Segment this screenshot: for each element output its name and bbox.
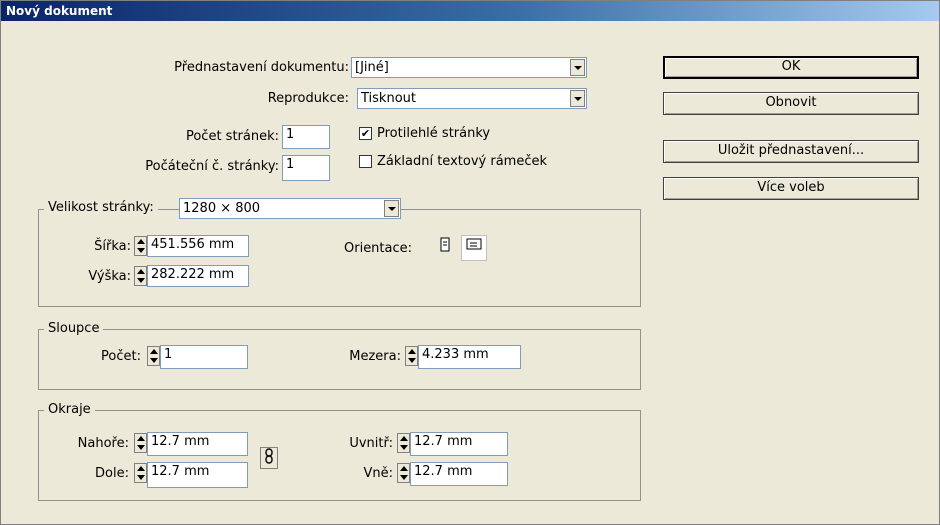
width-label: Šířka: xyxy=(94,239,131,254)
width-field[interactable]: 451.556 mm xyxy=(147,235,249,257)
page-size-value: 1280 × 800 xyxy=(183,201,261,216)
page-count-field[interactable]: 1 xyxy=(282,125,330,149)
start-page-field[interactable]: 1 xyxy=(282,155,330,181)
chevron-down-icon[interactable] xyxy=(570,59,585,76)
orientation-label: Orientace: xyxy=(344,241,413,256)
height-stepper[interactable] xyxy=(134,266,147,286)
margin-inside-label: Uvnitř: xyxy=(349,436,393,451)
margin-outside-label: Vně: xyxy=(363,466,393,481)
margin-inside-field[interactable]: 12.7 mm xyxy=(410,432,508,456)
width-stepper[interactable] xyxy=(134,236,147,256)
chain-link-icon[interactable] xyxy=(260,447,278,469)
margin-top-field[interactable]: 12.7 mm xyxy=(147,432,248,456)
window-title: Nový dokument xyxy=(1,1,939,21)
page-count-label: Počet stránek: xyxy=(185,129,279,144)
master-text-frame-checkbox[interactable] xyxy=(359,155,372,168)
margin-top-stepper[interactable] xyxy=(134,433,147,453)
intent-label: Reprodukce: xyxy=(267,91,349,106)
margins-legend: Okraje xyxy=(44,402,95,418)
facing-pages-checkbox[interactable]: ✔ xyxy=(359,127,372,140)
gutter-label: Mezera: xyxy=(349,349,401,364)
start-page-label: Počáteční č. stránky: xyxy=(145,159,279,174)
columns-legend: Sloupce xyxy=(44,321,104,337)
reset-button[interactable]: Obnovit xyxy=(663,92,919,115)
save-preset-button[interactable]: Uložit přednastavení... xyxy=(663,140,919,163)
columns-count-label: Počet: xyxy=(101,349,141,364)
chevron-down-icon[interactable] xyxy=(570,90,585,107)
page-size-label: Velikost stránky: xyxy=(44,200,158,216)
page-size-group xyxy=(38,209,641,307)
gutter-stepper[interactable] xyxy=(405,346,418,366)
intent-dropdown[interactable]: Tisknout xyxy=(357,88,587,109)
columns-count-stepper[interactable] xyxy=(147,346,160,366)
height-label: Výška: xyxy=(88,269,131,284)
height-field[interactable]: 282.222 mm xyxy=(147,265,249,287)
facing-pages-label[interactable]: Protilehlé stránky xyxy=(377,125,490,143)
master-text-frame-label[interactable]: Základní textový rámeček xyxy=(377,153,547,171)
intent-value: Tisknout xyxy=(361,91,416,106)
margin-top-label: Nahoře: xyxy=(77,436,129,451)
margins-group xyxy=(38,410,641,501)
margin-outside-stepper[interactable] xyxy=(397,463,410,483)
margin-bottom-label: Dole: xyxy=(95,466,129,481)
columns-count-field[interactable]: 1 xyxy=(160,345,248,369)
preset-value: [Jiné] xyxy=(355,60,389,75)
margin-inside-stepper[interactable] xyxy=(397,433,410,453)
gutter-field[interactable]: 4.233 mm xyxy=(418,345,521,369)
more-options-button[interactable]: Více voleb xyxy=(663,177,919,200)
ok-button[interactable]: OK xyxy=(663,56,919,79)
margin-bottom-stepper[interactable] xyxy=(134,463,147,483)
preset-label: Přednastavení dokumentu: xyxy=(174,60,349,75)
margin-bottom-field[interactable]: 12.7 mm xyxy=(147,462,248,488)
portrait-icon[interactable] xyxy=(435,236,455,258)
new-document-dialog: Nový dokument Přednastavení dokumentu: [… xyxy=(0,0,940,525)
landscape-icon[interactable] xyxy=(461,235,487,261)
margin-outside-field[interactable]: 12.7 mm xyxy=(410,462,508,486)
page-size-dropdown[interactable]: 1280 × 800 xyxy=(179,198,401,219)
preset-dropdown[interactable]: [Jiné] xyxy=(351,57,587,78)
chevron-down-icon[interactable] xyxy=(384,200,399,217)
